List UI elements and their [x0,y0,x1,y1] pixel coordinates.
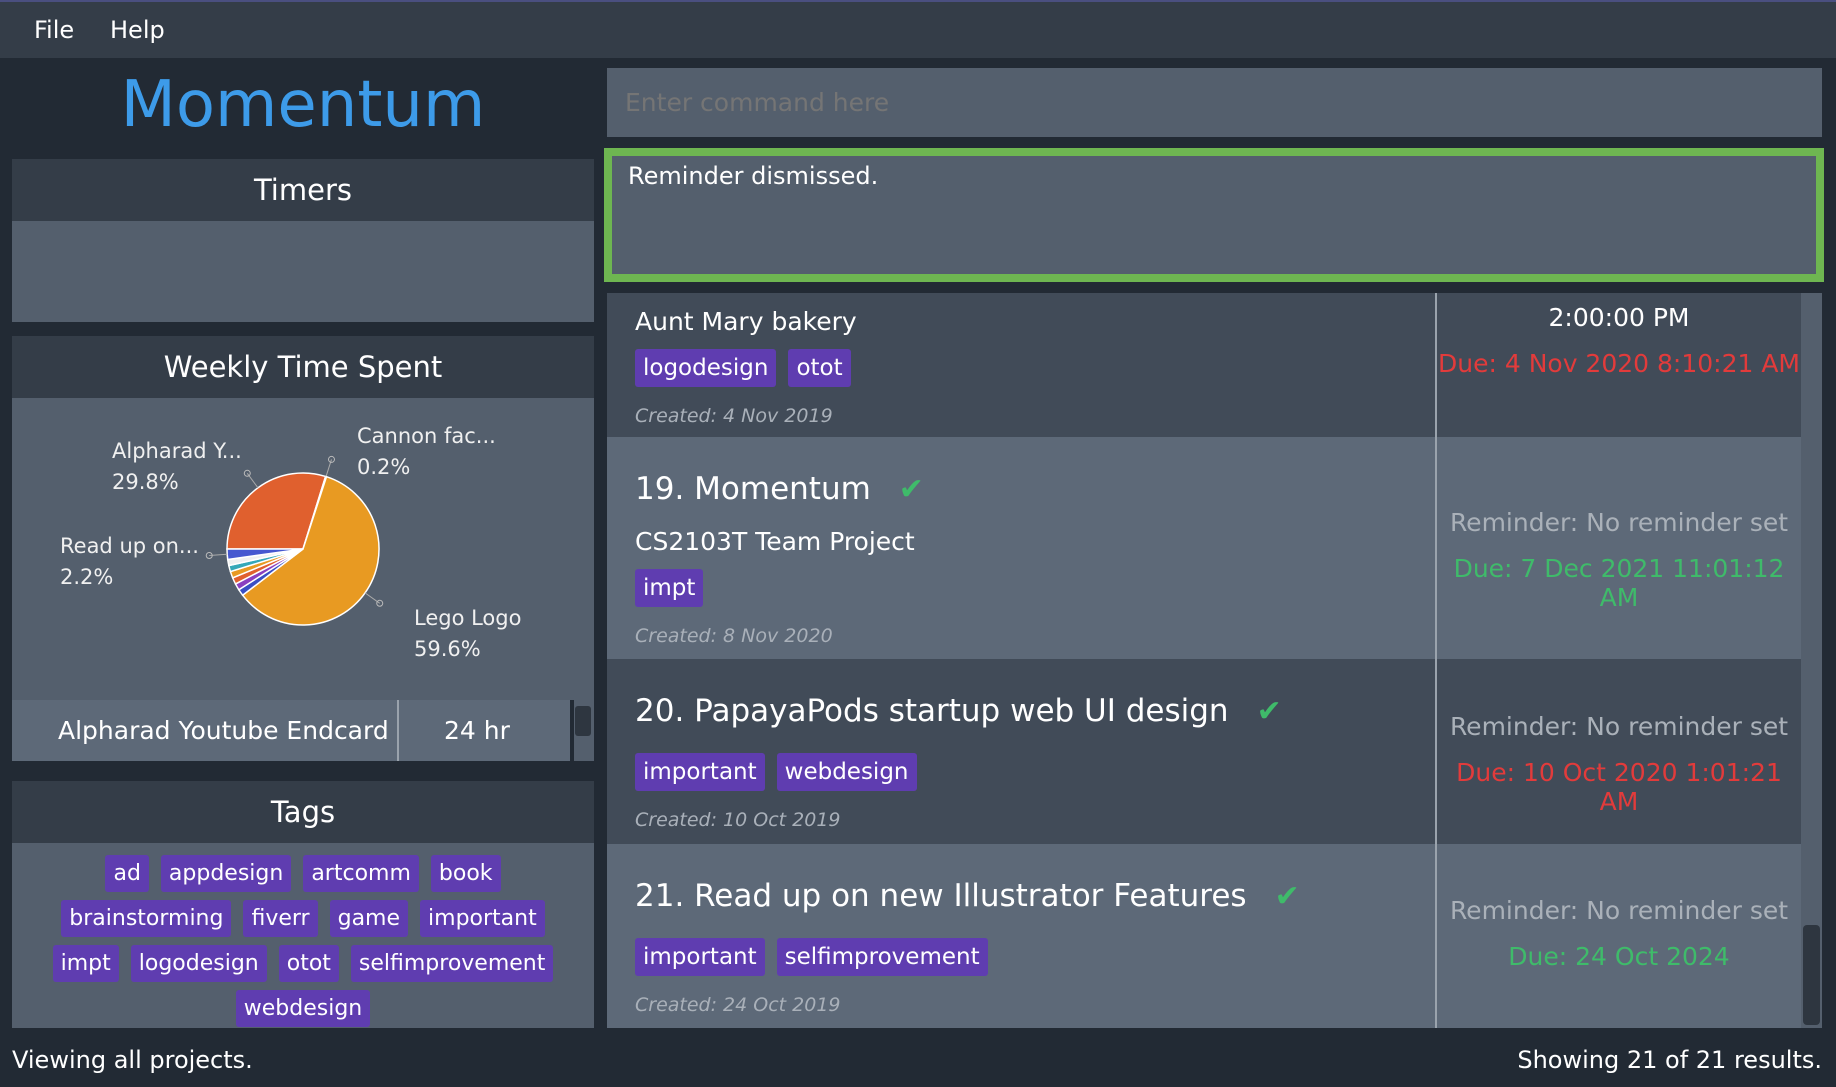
label-marker [327,455,335,463]
tag-chip[interactable]: artcomm [303,855,419,892]
reminder-text: Reminder: No reminder set [1449,712,1789,741]
project-info: 20. PapayaPods startup web UI design ✔ imp… [607,659,1434,844]
project-info: 19. Momentum ✔ CS2103T Team Project impt Cre… [607,437,1434,659]
project-description: Aunt Mary bakery [635,307,857,336]
status-right: Showing 21 of 21 results. [1517,1046,1822,1074]
due-date: Due: 24 Oct 2024 [1508,942,1730,971]
created-date: Created: 4 Nov 2019 [635,405,833,427]
pie-chart: Alpharad Y... 29.8% Cannon fac... 0.2% Lego … [60,424,521,661]
project-info: 21. Read up on new Illustrator Features ✔… [607,844,1434,1028]
pie-label: Cannon fac... [357,424,496,448]
project-row[interactable]: Aunt Mary bakery logodesign otot Created: 4… [607,293,1801,437]
project-dates: Reminder: No reminder set Due: 7 Dec 2021… [1435,437,1801,659]
project-list: Aunt Mary bakery logodesign otot Created: 4… [607,293,1801,1028]
weekly-header: Weekly Time Spent [12,336,594,398]
tag-chip[interactable]: impt [635,569,704,607]
tag-chip[interactable]: otot [278,945,339,982]
tag-chip[interactable]: webdesign [235,990,371,1027]
menu-help[interactable]: Help [110,16,165,44]
reminder-text: Reminder: No reminder set [1449,896,1789,925]
status-left: Viewing all projects. [12,1046,253,1074]
tag-chip[interactable]: appdesign [160,855,292,892]
tag-chip[interactable]: brainstorming [61,900,232,937]
list-scrollbar-thumb[interactable] [1803,925,1820,1025]
pie-label: Alpharad Y... [112,439,242,463]
menu-file[interactable]: File [34,16,74,44]
tag-chip[interactable]: book [430,855,501,892]
project-name: 20. PapayaPods startup web UI design ✔ [635,693,1282,729]
pie-label: Lego Logo [414,606,521,630]
time-table-project: Alpharad Youtube Endcard [58,716,389,745]
tag-chip[interactable]: logodesign [130,945,267,982]
project-name-text: 20. PapayaPods startup web UI design [635,693,1229,729]
project-dates: 2:00:00 PM Due: 4 Nov 2020 8:10:21 AM [1435,293,1801,437]
time-table-time: 24 hr [444,716,510,745]
time-table-scrollbar[interactable] [574,700,594,761]
project-row[interactable]: 19. Momentum ✔ CS2103T Team Project impt Cre… [607,437,1801,659]
timers-header: Timers [12,159,594,221]
created-date: Created: 10 Oct 2019 [635,809,841,831]
tag-chip[interactable]: otot [788,349,851,387]
check-icon: ✔ [1274,879,1300,914]
tags-panel: ad appdesign artcomm book brainstorming fiver… [12,843,594,1028]
tag-chip[interactable]: important [635,753,765,791]
tag-chip[interactable]: game [329,900,409,937]
weekly-chart-panel: Alpharad Y... 29.8% Cannon fac... 0.2% Lego … [12,398,594,700]
project-row[interactable]: 21. Read up on new Illustrator Features ✔… [607,844,1801,1028]
tag-chip[interactable]: important [635,938,765,976]
label-marker [376,599,384,607]
command-input[interactable] [607,68,1822,137]
tag-chip[interactable]: selfimprovement [350,945,554,982]
check-icon: ✔ [898,472,924,507]
pie-percent: 59.6% [414,637,481,661]
project-name: 21. Read up on new Illustrator Features ✔ [635,878,1300,914]
time-table-row[interactable]: Alpharad Youtube Endcard 24 hr [12,700,570,761]
project-description: CS2103T Team Project [635,527,915,556]
timers-panel [12,221,594,322]
project-dates: Reminder: No reminder set Due: 24 Oct 202… [1435,844,1801,1028]
tag-chip[interactable]: webdesign [776,753,917,791]
pie-percent: 2.2% [60,565,113,589]
project-row[interactable]: 20. PapayaPods startup web UI design ✔ imp… [607,659,1801,844]
due-date: Due: 4 Nov 2020 8:10:21 AM [1438,349,1800,378]
tags-header: Tags [12,781,594,843]
project-name-text: 21. Read up on new Illustrator Features [635,878,1247,914]
created-date: Created: 24 Oct 2019 [635,994,841,1016]
project-name: 19. Momentum ✔ [635,471,924,507]
pie-label: Read up on... [60,534,199,558]
tag-chip[interactable]: ad [105,855,149,892]
column-divider [397,700,399,761]
pie-percent: 29.8% [112,470,179,494]
menu-bar: File Help [0,0,1836,58]
created-date: Created: 8 Nov 2020 [635,625,833,647]
project-name-text: 19. Momentum [635,471,871,507]
due-date: Due: 7 Dec 2021 11:01:12 AM [1453,554,1785,612]
reminder-text: 2:00:00 PM [1548,303,1690,332]
project-dates: Reminder: No reminder set Due: 10 Oct 202… [1435,659,1801,844]
tag-chip[interactable]: logodesign [635,349,777,387]
tag-chip[interactable]: fiverr [243,900,318,937]
list-scrollbar[interactable] [1801,293,1822,1028]
app-title: Momentum [120,68,486,142]
tag-chip[interactable]: selfimprovement [776,938,988,976]
pie-percent: 0.2% [357,455,410,479]
result-display: Reminder dismissed. [604,148,1824,282]
check-icon: ✔ [1256,694,1282,729]
tag-chip[interactable]: important [420,900,545,937]
tag-chip[interactable]: impt [52,945,119,982]
project-info: Aunt Mary bakery logodesign otot Created: 4… [607,293,1434,437]
due-date: Due: 10 Oct 2020 1:01:21 AM [1456,758,1782,816]
reminder-text: Reminder: No reminder set [1449,508,1789,537]
